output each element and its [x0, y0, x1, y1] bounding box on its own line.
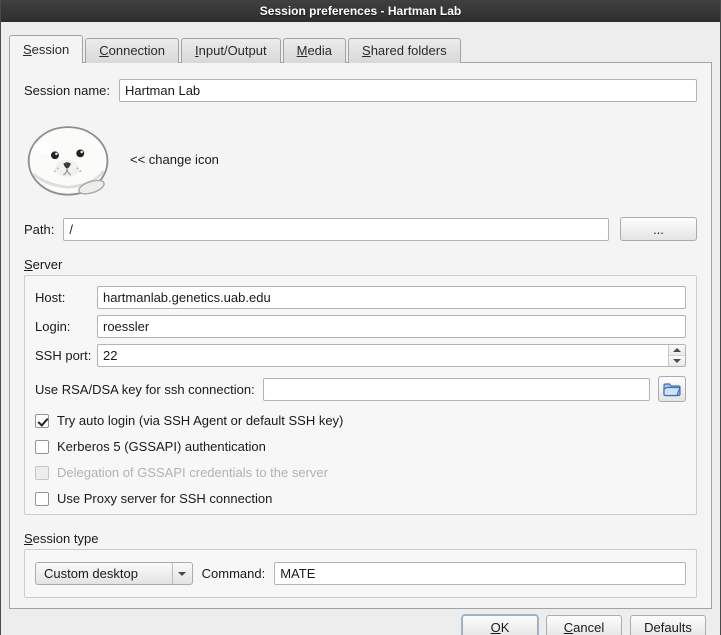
session-type-dropdown-value: Custom desktop	[44, 566, 138, 581]
defaults-button-label: Defaults	[644, 620, 692, 635]
seal-mascot-icon	[24, 119, 114, 199]
session-type-dropdown[interactable]: Custom desktop	[35, 562, 193, 585]
command-label: Command:	[202, 566, 266, 581]
checkbox-row-auto-login[interactable]: Try auto login (via SSH Agent or default…	[35, 413, 686, 428]
session-name-label: Session name:	[24, 83, 110, 98]
server-group: Server Host: Login: SSH port:	[24, 257, 697, 515]
browse-key-button[interactable]	[658, 376, 686, 402]
dialog-footer: OK Cancel Defaults	[1, 609, 720, 635]
tab-input-output-label: Input/Output	[195, 43, 267, 58]
server-group-title: Server	[24, 257, 62, 272]
session-name-input[interactable]	[119, 79, 697, 102]
path-label: Path:	[24, 222, 54, 237]
auto-login-label: Try auto login (via SSH Agent or default…	[57, 413, 343, 428]
titlebar[interactable]: Session preferences - Hartman Lab	[1, 0, 720, 22]
browse-path-button[interactable]: ...	[620, 217, 697, 241]
session-type-group-title: Session type	[24, 531, 98, 546]
defaults-button[interactable]: Defaults	[630, 615, 706, 635]
kerberos-label: Kerberos 5 (GSSAPI) authentication	[57, 439, 266, 454]
tab-shared-folders[interactable]: Shared folders	[348, 38, 461, 63]
ssh-port-label: SSH port:	[35, 348, 97, 363]
tab-connection-label: Connection	[99, 43, 165, 58]
login-label: Login:	[35, 319, 97, 334]
tab-input-output[interactable]: Input/Output	[181, 38, 281, 63]
path-input[interactable]	[63, 218, 609, 241]
host-input[interactable]	[97, 286, 686, 309]
ok-button[interactable]: OK	[462, 615, 538, 635]
tab-connection[interactable]: Connection	[85, 38, 179, 63]
session-type-group: Session type Custom desktop Command:	[24, 531, 697, 598]
cancel-button-label: Cancel	[564, 620, 604, 635]
ssh-port-spinner	[97, 344, 686, 367]
host-label: Host:	[35, 290, 97, 305]
auto-login-checkbox[interactable]	[35, 414, 49, 428]
spinner-up-icon[interactable]	[669, 345, 685, 356]
proxy-checkbox[interactable]	[35, 492, 49, 506]
gssapi-delegation-checkbox	[35, 466, 49, 480]
session-tab-page: Session name:	[9, 62, 712, 609]
checkbox-row-kerberos[interactable]: Kerberos 5 (GSSAPI) authentication	[35, 439, 686, 454]
change-icon-label: << change icon	[130, 152, 219, 167]
kerberos-checkbox[interactable]	[35, 440, 49, 454]
ssh-port-input[interactable]	[97, 344, 686, 367]
tab-session[interactable]: Session	[9, 35, 83, 63]
ok-button-label: OK	[491, 620, 510, 635]
tab-media[interactable]: Media	[283, 38, 346, 63]
tab-session-label: Session	[23, 42, 69, 57]
tab-shared-folders-label: Shared folders	[362, 43, 447, 58]
session-preferences-dialog: Session preferences - Hartman Lab Sessio…	[0, 0, 721, 635]
proxy-label: Use Proxy server for SSH connection	[57, 491, 272, 506]
chevron-down-icon	[172, 563, 192, 584]
checkbox-row-gssapi-delegation: Delegation of GSSAPI credentials to the …	[35, 465, 686, 480]
window-title: Session preferences - Hartman Lab	[260, 4, 461, 18]
gssapi-delegation-label: Delegation of GSSAPI credentials to the …	[57, 465, 328, 480]
tab-bar: Session Connection Input/Output Media Sh…	[1, 22, 720, 62]
login-input[interactable]	[97, 315, 686, 338]
folder-icon	[663, 382, 681, 397]
checkbox-row-proxy[interactable]: Use Proxy server for SSH connection	[35, 491, 686, 506]
rsa-key-label: Use RSA/DSA key for ssh connection:	[35, 382, 255, 397]
spinner-down-icon[interactable]	[669, 356, 685, 366]
cancel-button[interactable]: Cancel	[546, 615, 622, 635]
session-icon-button[interactable]	[24, 119, 114, 199]
tab-media-label: Media	[297, 43, 332, 58]
command-input[interactable]	[274, 562, 686, 585]
rsa-key-input[interactable]	[263, 378, 650, 401]
